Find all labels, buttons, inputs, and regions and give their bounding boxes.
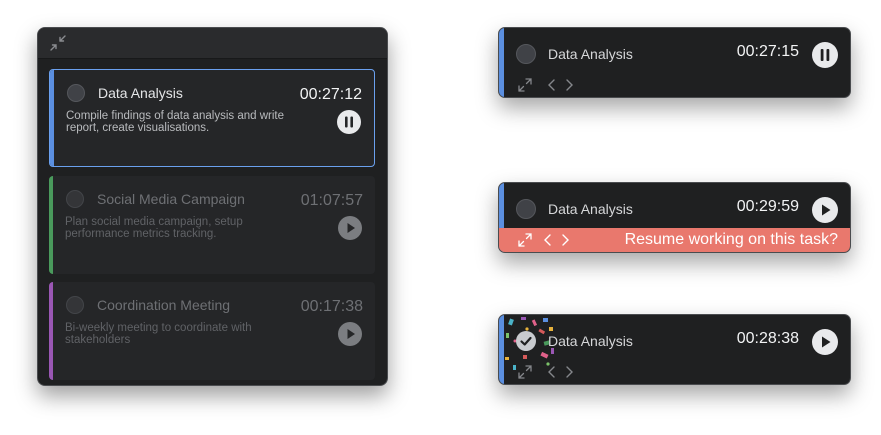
mini-timer-widget: Data Analysis 00:29:59 Resume working on… bbox=[498, 182, 851, 253]
chevron-right-icon[interactable] bbox=[562, 365, 576, 379]
chevron-left-icon[interactable] bbox=[541, 233, 555, 247]
pause-icon[interactable] bbox=[812, 42, 838, 68]
task-title: Data Analysis bbox=[548, 46, 633, 62]
resume-prompt-text[interactable]: Resume working on this task? bbox=[625, 231, 838, 249]
task-title: Social Media Campaign bbox=[97, 191, 245, 207]
task-color-strip bbox=[50, 70, 54, 166]
play-icon[interactable] bbox=[812, 329, 838, 355]
pause-icon[interactable] bbox=[337, 110, 361, 134]
task-color-strip bbox=[49, 282, 53, 380]
task-title: Data Analysis bbox=[98, 85, 183, 101]
resume-alert-bar[interactable]: Resume working on this task? bbox=[499, 228, 850, 252]
chevron-left-icon[interactable] bbox=[545, 365, 559, 379]
expand-icon[interactable] bbox=[518, 78, 532, 92]
play-icon[interactable] bbox=[338, 322, 362, 346]
task-description: Bi-weekly meeting to coordinate with sta… bbox=[65, 322, 252, 346]
task-title: Data Analysis bbox=[548, 333, 633, 349]
task-complete-checkbox[interactable] bbox=[516, 199, 536, 219]
task-complete-checkbox[interactable] bbox=[67, 84, 85, 102]
task-card[interactable]: Data Analysis Compile findings of data a… bbox=[49, 69, 375, 167]
task-card[interactable]: Coordination Meeting Bi-weekly meeting t… bbox=[49, 282, 375, 380]
chevron-left-icon[interactable] bbox=[545, 78, 559, 92]
expand-icon[interactable] bbox=[518, 233, 532, 247]
task-timer: 00:28:38 bbox=[736, 330, 799, 347]
task-description: Compile findings of data analysis and wr… bbox=[66, 110, 284, 134]
collapse-icon[interactable] bbox=[50, 35, 66, 51]
expand-icon[interactable] bbox=[518, 365, 532, 379]
task-complete-checkbox[interactable] bbox=[66, 190, 84, 208]
task-complete-checkbox[interactable] bbox=[516, 44, 536, 64]
task-card[interactable]: Social Media Campaign Plan social media … bbox=[49, 176, 375, 274]
widget-footer bbox=[499, 73, 850, 97]
task-description: Plan social media campaign, setup perfor… bbox=[65, 216, 243, 240]
task-title: Data Analysis bbox=[548, 201, 633, 217]
task-completed-check-icon[interactable] bbox=[516, 331, 536, 351]
task-timer: 01:07:57 bbox=[300, 192, 363, 209]
task-timer: 00:27:12 bbox=[299, 86, 362, 103]
chevron-right-icon[interactable] bbox=[562, 78, 576, 92]
chevron-right-icon[interactable] bbox=[558, 233, 572, 247]
task-timer: 00:17:38 bbox=[300, 298, 363, 315]
play-icon[interactable] bbox=[338, 216, 362, 240]
task-timer: 00:29:59 bbox=[736, 198, 799, 215]
mini-timer-widget: Data Analysis 00:28:38 bbox=[498, 314, 851, 385]
task-timer: 00:27:15 bbox=[736, 43, 799, 60]
task-complete-checkbox[interactable] bbox=[66, 296, 84, 314]
mini-timer-widget: Data Analysis 00:27:15 bbox=[498, 27, 851, 98]
task-panel: Data Analysis Compile findings of data a… bbox=[37, 27, 388, 386]
panel-toolbar bbox=[38, 28, 387, 59]
widget-footer bbox=[499, 360, 850, 384]
task-color-strip bbox=[49, 176, 53, 274]
play-icon[interactable] bbox=[812, 197, 838, 223]
task-title: Coordination Meeting bbox=[97, 297, 231, 313]
